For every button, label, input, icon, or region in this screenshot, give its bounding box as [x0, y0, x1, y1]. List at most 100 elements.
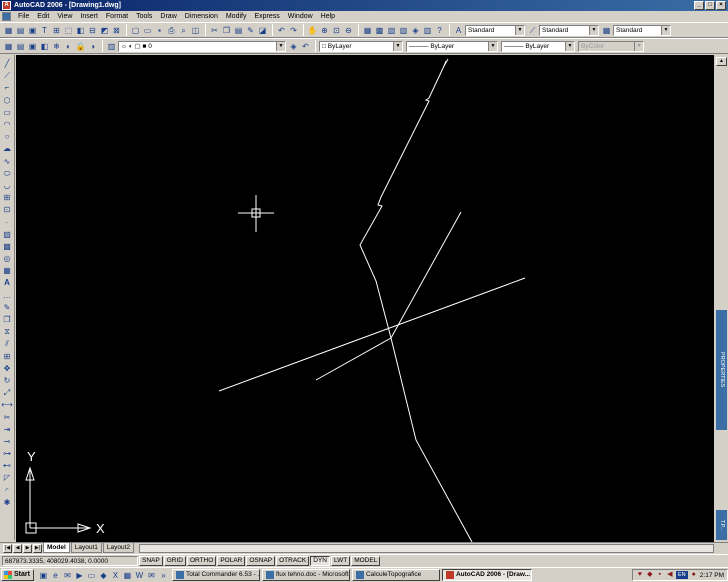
cut-icon[interactable]: ✂ — [209, 25, 220, 36]
menu-insert[interactable]: Insert — [76, 11, 102, 22]
line-short-diagonal[interactable] — [315, 337, 392, 381]
make-current-layer-icon[interactable]: ◈ — [288, 41, 299, 52]
express-text-icon[interactable]: T — [39, 25, 50, 36]
express-block-icon[interactable]: ▣ — [27, 25, 38, 36]
join-icon[interactable]: ⊷ — [2, 460, 13, 471]
menu-express[interactable]: Express — [250, 11, 283, 22]
break-icon[interactable]: ⊶ — [2, 448, 13, 459]
express-web-icon[interactable]: ◩ — [99, 25, 110, 36]
express-layer-unlock-icon[interactable]: ◑ — [87, 41, 98, 52]
zoom-realtime-icon[interactable]: ⊕ — [319, 25, 330, 36]
tray-volume-icon[interactable]: ◀ — [666, 571, 674, 579]
help-icon[interactable]: ? — [434, 25, 445, 36]
new-file-icon[interactable]: ▢ — [130, 25, 141, 36]
chamfer-icon[interactable]: ◸ — [2, 472, 13, 483]
tab-layout1[interactable]: Layout1 — [70, 543, 102, 553]
pan-icon[interactable]: ✋ — [307, 25, 318, 36]
express-layer-freeze-icon[interactable]: ❄ — [51, 41, 62, 52]
zoom-previous-icon[interactable]: ⊖ — [343, 25, 354, 36]
outlook-icon[interactable]: ✉ — [62, 570, 73, 581]
express-layer-change-icon[interactable]: ▣ — [27, 41, 38, 52]
insert-block-icon[interactable]: ⊞ — [2, 192, 13, 203]
layer-previous-icon[interactable]: ↶ — [300, 41, 311, 52]
fillet-icon[interactable]: ◜ — [2, 485, 13, 496]
chevron-down-icon[interactable]: ▼ — [276, 41, 285, 51]
tool-palettes-icon[interactable]: ▧ — [386, 25, 397, 36]
block-editor-icon[interactable]: ◪ — [257, 25, 268, 36]
paste-icon[interactable]: ▤ — [233, 25, 244, 36]
tray-antivirus-icon[interactable]: ◆ — [646, 571, 654, 579]
make-block-icon[interactable]: ⊡ — [2, 204, 13, 215]
table-icon[interactable]: ▦ — [2, 265, 13, 276]
layer-select[interactable]: ☼ ◐ ▢ ■ 0 ▼ — [118, 40, 286, 52]
move-icon[interactable]: ✥ — [2, 363, 13, 374]
menu-view[interactable]: View — [53, 11, 76, 22]
next-tab-button[interactable]: ▶ — [23, 543, 32, 553]
open-folder-icon[interactable]: ▭ — [142, 25, 153, 36]
express-layer-match-icon[interactable]: ▤ — [15, 41, 26, 52]
close-button[interactable]: × — [716, 1, 726, 10]
tray-network-icon[interactable]: ▪ — [656, 571, 664, 579]
clock[interactable]: 2:17 PM — [700, 572, 724, 579]
express-layer-tool-icon[interactable]: ▦ — [3, 41, 14, 52]
last-tab-button[interactable]: ▶| — [33, 543, 42, 553]
calculator-app-icon[interactable]: ▦ — [122, 570, 133, 581]
start-button[interactable]: Start — [1, 569, 34, 581]
tab-model[interactable]: Model — [43, 543, 70, 553]
task-autocad[interactable]: AutoCAD 2006 - [Draw... — [441, 569, 532, 581]
media-player-icon[interactable]: ▶ — [74, 570, 85, 581]
line-top-tick[interactable] — [443, 58, 449, 67]
match-properties-icon[interactable]: ✎ — [245, 25, 256, 36]
grid-toggle[interactable]: GRID — [163, 555, 186, 566]
task-calcule-topografice[interactable]: CalculeTopografice — [351, 569, 440, 581]
menu-format[interactable]: Format — [102, 11, 132, 22]
color-select[interactable]: □ ByLayer ▼ — [319, 40, 403, 52]
plot-icon[interactable]: ⎙ — [166, 25, 177, 36]
offset-icon[interactable]: ⫽ — [2, 338, 13, 349]
lwt-toggle[interactable]: LWT — [330, 555, 351, 566]
chevron-down-icon[interactable]: ▼ — [515, 25, 524, 35]
express-layer-lock-icon[interactable]: 🔒 — [75, 41, 86, 52]
table-style-select[interactable]: Standard ▼ — [613, 24, 671, 36]
express-layer-icon[interactable]: ▤ — [15, 25, 26, 36]
express-draw-icon[interactable]: ◧ — [75, 25, 86, 36]
snap-toggle[interactable]: SNAP — [139, 555, 163, 566]
spline-icon[interactable]: ∿ — [2, 156, 13, 167]
express-dim-icon[interactable]: ⊟ — [87, 25, 98, 36]
ellipse-icon[interactable]: ⬭ — [2, 168, 13, 179]
menu-draw[interactable]: Draw — [156, 11, 180, 22]
maximize-button[interactable]: □ — [705, 1, 715, 10]
scroll-up-button[interactable]: ▲ — [716, 57, 727, 66]
menu-tools[interactable]: Tools — [132, 11, 156, 22]
mirror-icon[interactable]: ⧖ — [2, 326, 13, 337]
prev-tab-button[interactable]: ◀ — [13, 543, 22, 553]
express-select-icon[interactable]: ⬚ — [63, 25, 74, 36]
polar-toggle[interactable]: POLAR — [217, 555, 246, 566]
menu-modify[interactable]: Modify — [222, 11, 251, 22]
first-tab-button[interactable]: |◀ — [3, 543, 12, 553]
otrack-toggle[interactable]: OTRACK — [276, 555, 310, 566]
chevron-down-icon[interactable]: ▼ — [661, 25, 670, 35]
tool-palettes-tab[interactable]: T.P... — [716, 510, 727, 540]
stretch-icon[interactable]: ⟷ — [1, 399, 12, 410]
layer-manager-icon[interactable]: ▥ — [106, 41, 117, 52]
plot-preview-icon[interactable]: ⌕ — [178, 25, 189, 36]
window-title-bar[interactable]: A AutoCAD 2006 - [Drawing1.dwg] _ □ × — [0, 0, 728, 11]
document-icon[interactable] — [2, 12, 11, 21]
ellipse-arc-icon[interactable]: ◡ — [2, 180, 13, 191]
chevron-down-icon[interactable]: ▼ — [393, 41, 402, 51]
multiline-text-icon[interactable]: A — [2, 277, 13, 288]
menu-help[interactable]: Help — [317, 11, 339, 22]
excel-icon[interactable]: X — [110, 570, 121, 581]
dyn-toggle[interactable]: DYN — [310, 555, 330, 566]
tray-language-icon[interactable]: EN — [675, 571, 688, 579]
scale-icon[interactable]: ⤢ — [2, 387, 13, 398]
folder-icon[interactable]: ▭ — [86, 570, 97, 581]
tab-layout2[interactable]: Layout2 — [102, 543, 135, 553]
copy-icon[interactable]: ❐ — [221, 25, 232, 36]
autocad-app-icon[interactable]: A — [2, 1, 11, 10]
array-icon[interactable]: ⊞ — [2, 351, 13, 362]
line-upper-right[interactable] — [390, 211, 462, 339]
task-total-commander[interactable]: Total Commander 6.53 - ... — [171, 569, 260, 581]
internet-explorer-icon[interactable]: e — [50, 570, 61, 581]
